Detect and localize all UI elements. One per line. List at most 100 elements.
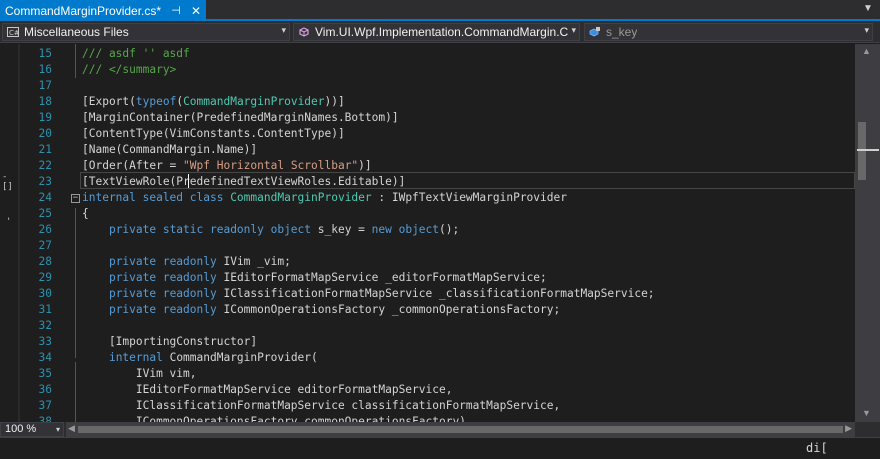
code-text: private readonly IEditorFormatMapService… bbox=[82, 270, 547, 286]
code-line[interactable]: 32 bbox=[0, 318, 855, 334]
code-text: { bbox=[82, 206, 89, 222]
line-number: 32 bbox=[38, 319, 52, 332]
code-token: IClassificationFormatMapService _classif… bbox=[216, 287, 655, 300]
code-text: private static readonly object s_key = n… bbox=[82, 222, 459, 238]
close-icon[interactable]: ✕ bbox=[190, 4, 202, 18]
code-line[interactable]: 15 /// asdf '' asdf bbox=[0, 46, 855, 62]
code-token: internal bbox=[108, 351, 163, 364]
code-line[interactable]: 18 [Export(typeof(CommandMarginProvider))… bbox=[0, 94, 855, 110]
current-line-highlight bbox=[80, 172, 855, 189]
code-token: new object bbox=[371, 223, 440, 236]
scroll-left-icon[interactable]: ◀ bbox=[68, 423, 75, 434]
code-token: : IWpfTextViewMarginProvider bbox=[371, 191, 567, 204]
line-number: 24 bbox=[38, 191, 52, 204]
code-token: CommandMarginProvider bbox=[230, 191, 372, 204]
code-line[interactable]: 24 − internal sealed class CommandMarginPr… bbox=[0, 190, 855, 206]
line-number: 37 bbox=[38, 399, 52, 412]
code-line[interactable]: 17 bbox=[0, 78, 855, 94]
line-number: 36 bbox=[38, 383, 52, 396]
code-token: CommandMarginProvider bbox=[183, 95, 325, 108]
pin-icon[interactable]: ⊣ bbox=[170, 4, 182, 17]
code-line[interactable]: 28 private readonly IVim _vim; bbox=[0, 254, 855, 270]
code-line[interactable]: 16 /// </summary> bbox=[0, 62, 855, 78]
code-text: IClassificationFormatMapService classifi… bbox=[82, 398, 560, 414]
collapse-icon[interactable]: − bbox=[71, 194, 80, 203]
code-token: private readonly bbox=[108, 287, 217, 300]
svg-text:C#: C# bbox=[9, 29, 19, 37]
code-token: IClassificationFormatMapService classifi… bbox=[82, 399, 561, 412]
scroll-up-icon[interactable]: ▲ bbox=[862, 46, 871, 56]
code-line[interactable]: 30 private readonly IClassificationForma… bbox=[0, 286, 855, 302]
tab-overflow-dropdown-icon[interactable]: ▼ bbox=[862, 3, 874, 17]
command-margin-text: di[ bbox=[806, 441, 828, 455]
code-token: private readonly bbox=[108, 271, 217, 284]
line-number: 22 bbox=[38, 159, 52, 172]
code-token: { bbox=[82, 207, 89, 220]
code-token: IEditorFormatMapService _editorFormatMap… bbox=[216, 271, 547, 284]
chevron-down-icon: ▾ bbox=[571, 25, 576, 35]
code-text: private readonly IVim _vim; bbox=[82, 254, 291, 270]
code-token: )] bbox=[358, 159, 372, 172]
code-token: [MarginContainer(PredefinedMarginNames.B… bbox=[82, 111, 399, 124]
code-line[interactable]: 19 [MarginContainer(PredefinedMarginNames… bbox=[0, 110, 855, 126]
line-number: 16 bbox=[38, 63, 52, 76]
code-line[interactable]: 38 ICommonOperationsFactory commonOperat… bbox=[0, 414, 855, 422]
horizontal-scrollbar[interactable]: ◀ ▶ bbox=[66, 422, 855, 437]
code-line[interactable]: 27 bbox=[0, 238, 855, 254]
code-line[interactable]: 21 [Name(CommandMargin.Name)] bbox=[0, 142, 855, 158]
project-dropdown[interactable]: C# Miscellaneous Files ▾ bbox=[2, 23, 290, 41]
code-text: IEditorFormatMapService editorFormatMapS… bbox=[82, 382, 453, 398]
vertical-scroll-thumb[interactable] bbox=[858, 122, 866, 180]
code-line[interactable]: 34 internal CommandMarginProvider( bbox=[0, 350, 855, 366]
code-line[interactable]: 35 IVim vim, bbox=[0, 366, 855, 382]
vertical-scrollbar[interactable]: ▲ ▼ bbox=[855, 44, 880, 422]
scrollbar-corner bbox=[855, 422, 880, 437]
line-number: 23 bbox=[38, 175, 52, 188]
line-number: 21 bbox=[38, 143, 52, 156]
horizontal-scroll-thumb[interactable] bbox=[78, 426, 843, 433]
code-line[interactable]: 37 IClassificationFormatMapService class… bbox=[0, 398, 855, 414]
line-number: 20 bbox=[38, 127, 52, 140]
editor-bottom-bar: 100 % ▾ ◀ ▶ bbox=[0, 422, 880, 437]
line-number: 38 bbox=[38, 415, 52, 422]
zoom-level: 100 % bbox=[5, 423, 37, 435]
line-number: 27 bbox=[38, 239, 52, 252]
code-text: ICommonOperationsFactory commonOperation… bbox=[82, 414, 466, 422]
csharp-project-icon: C# bbox=[6, 26, 20, 38]
type-dropdown-label: Vim.UI.Wpf.Implementation.CommandMargin.… bbox=[315, 25, 569, 39]
member-dropdown[interactable]: s_key ▾ bbox=[584, 23, 873, 41]
code-text: internal sealed class CommandMarginProvi… bbox=[82, 190, 567, 206]
code-line[interactable]: 33 [ImportingConstructor] bbox=[0, 334, 855, 350]
code-line[interactable]: 31 private readonly ICommonOperationsFac… bbox=[0, 302, 855, 318]
code-line[interactable]: 20 [ContentType(VimConstants.ContentType)… bbox=[0, 126, 855, 142]
code-text: private readonly ICommonOperationsFactor… bbox=[82, 302, 560, 318]
code-token: [Export( bbox=[82, 95, 136, 108]
code-token: [Name(CommandMargin.Name)] bbox=[82, 143, 258, 156]
project-dropdown-label: Miscellaneous Files bbox=[24, 25, 129, 39]
code-line[interactable]: 25 { bbox=[0, 206, 855, 222]
code-line[interactable]: 29 private readonly IEditorFormatMapServ… bbox=[0, 270, 855, 286]
code-token: IVim vim, bbox=[82, 367, 197, 380]
code-text: /// asdf '' asdf bbox=[82, 46, 190, 62]
line-number: 18 bbox=[38, 95, 52, 108]
code-token: typeof bbox=[135, 95, 177, 108]
document-tab[interactable]: CommandMarginProvider.cs* ⊣ ✕ bbox=[0, 0, 206, 21]
scroll-down-icon[interactable]: ▼ bbox=[862, 408, 871, 418]
code-line[interactable]: 26 private static readonly object s_key … bbox=[0, 222, 855, 238]
scroll-right-icon[interactable]: ▶ bbox=[845, 423, 852, 434]
code-line[interactable]: 36 IEditorFormatMapService editorFormatM… bbox=[0, 382, 855, 398]
type-dropdown[interactable]: Vim.UI.Wpf.Implementation.CommandMargin.… bbox=[293, 23, 580, 41]
document-tab-strip: CommandMarginProvider.cs* ⊣ ✕ ▼ bbox=[0, 0, 880, 21]
chevron-down-icon: ▾ bbox=[55, 425, 60, 434]
tab-title: CommandMarginProvider.cs* bbox=[5, 3, 162, 18]
code-text: IVim vim, bbox=[82, 366, 197, 382]
line-number: 30 bbox=[38, 287, 52, 300]
vim-command-margin[interactable]: di[ bbox=[0, 437, 880, 459]
code-token: s_key = bbox=[311, 223, 372, 236]
code-editor[interactable]: -[] ' 15/// asdf '' asdf 16/// </summary>… bbox=[0, 44, 855, 422]
code-text: internal CommandMarginProvider( bbox=[82, 350, 318, 366]
zoom-dropdown[interactable]: 100 % ▾ bbox=[0, 422, 64, 437]
